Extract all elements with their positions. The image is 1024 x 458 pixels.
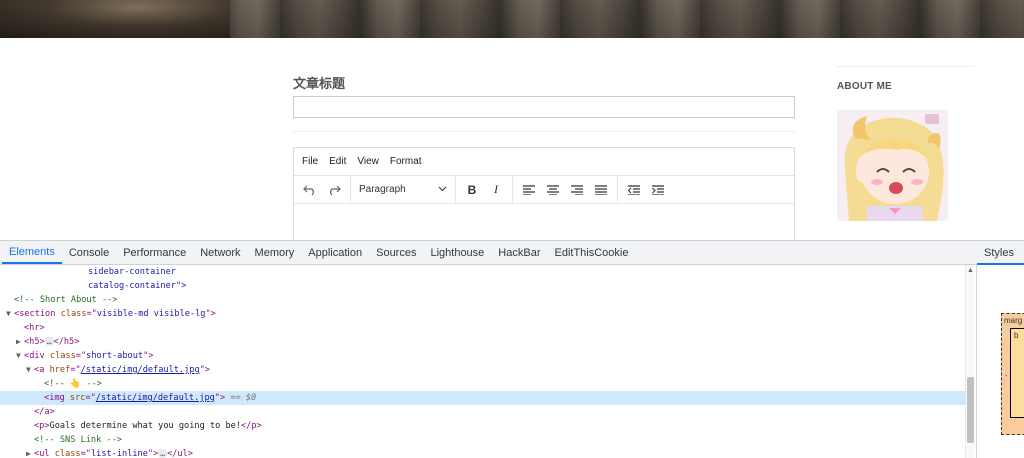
block-format-value: Paragraph	[359, 184, 406, 195]
divider	[293, 131, 795, 132]
menu-format[interactable]: Format	[390, 156, 422, 167]
italic-icon[interactable]: I	[484, 180, 508, 200]
dom-tree-scrollbar[interactable]: ▲	[965, 265, 975, 458]
expanded-triangle-icon[interactable]: ▼	[16, 349, 24, 363]
indent-icon[interactable]	[646, 180, 670, 200]
src-link[interactable]: /static/img/default.jpg	[96, 393, 215, 403]
bold-icon[interactable]: B	[460, 180, 484, 200]
dom-line-p[interactable]: <p>Goals determine what you going to be!…	[0, 419, 965, 433]
box-model-diagram: marg b -	[1001, 313, 1024, 435]
header-banner-image	[0, 0, 1024, 38]
sidebar-divider	[836, 66, 974, 67]
tab-network[interactable]: Network	[193, 241, 247, 264]
tab-performance[interactable]: Performance	[116, 241, 193, 264]
dom-line-h5[interactable]: ▶ <h5>… </h5>	[0, 335, 965, 349]
dom-line[interactable]: sidebar-container	[0, 265, 965, 279]
align-left-icon[interactable]	[517, 180, 541, 200]
dom-line-div[interactable]: ▼ <div class="short-about">	[0, 349, 965, 363]
avatar[interactable]	[837, 110, 948, 221]
tab-application[interactable]: Application	[301, 241, 369, 264]
dom-line-a-close[interactable]: </a>	[0, 405, 965, 419]
text-style-group: B I	[456, 176, 513, 203]
tab-styles[interactable]: Styles	[977, 241, 1024, 265]
tab-editthiscookie[interactable]: EditThisCookie	[547, 241, 635, 264]
scroll-up-arrow-icon[interactable]: ▲	[967, 267, 974, 274]
dom-comment[interactable]: <!-- 👆 -->	[0, 377, 965, 391]
align-right-icon[interactable]	[565, 180, 589, 200]
styles-pane: Styles marg b -	[976, 241, 1024, 458]
menu-file[interactable]: File	[302, 156, 318, 167]
dom-line-img-selected[interactable]: <img src="/static/img/default.jpg"> == $…	[0, 391, 965, 405]
box-model-border: b -	[1005, 328, 1024, 418]
dom-comment[interactable]: <!-- SNS Link -->	[0, 433, 965, 447]
rich-text-editor[interactable]: File Edit View Format Paragraph B I	[293, 147, 795, 247]
indent-group	[618, 176, 674, 203]
dom-line-a[interactable]: ▼ <a href="/static/img/default.jpg">	[0, 363, 965, 377]
dom-line-ul[interactable]: ▶ <ul class="list-inline">… </ul>	[0, 447, 965, 458]
chevron-down-icon	[438, 184, 447, 195]
outdent-icon[interactable]	[622, 180, 646, 200]
expanded-triangle-icon[interactable]: ▼	[26, 363, 34, 377]
tab-memory[interactable]: Memory	[248, 241, 302, 264]
devtools-panel: Elements Console Performance Network Mem…	[0, 240, 1024, 458]
scroll-thumb[interactable]	[967, 377, 974, 443]
dom-tree: sidebar-container catalog-container"> <!…	[0, 265, 965, 458]
article-title-label: 文章标题	[293, 76, 346, 91]
box-model-border-label: b	[1014, 331, 1019, 340]
devtools-tab-bar: Elements Console Performance Network Mem…	[0, 241, 1024, 265]
tab-console[interactable]: Console	[62, 241, 116, 264]
article-title-input[interactable]	[293, 96, 795, 118]
tab-sources[interactable]: Sources	[369, 241, 423, 264]
banner-shadow	[0, 0, 230, 38]
dom-line-hr[interactable]: <hr>	[0, 321, 965, 335]
collapsed-triangle-icon[interactable]: ▶	[16, 335, 24, 349]
tab-elements[interactable]: Elements	[2, 241, 62, 264]
tab-hackbar[interactable]: HackBar	[491, 241, 547, 264]
undo-icon[interactable]	[298, 180, 322, 200]
alignment-group	[513, 176, 618, 203]
collapsed-content-ellipsis[interactable]: …	[44, 337, 54, 346]
about-me-heading: ABOUT ME	[837, 81, 892, 92]
expanded-triangle-icon[interactable]: ▼	[6, 307, 14, 321]
menu-edit[interactable]: Edit	[329, 156, 346, 167]
dom-comment[interactable]: <!-- Short About -->	[0, 293, 965, 307]
align-center-icon[interactable]	[541, 180, 565, 200]
block-format-group: Paragraph	[351, 176, 456, 203]
editor-menubar: File Edit View Format	[294, 148, 794, 176]
pointing-hand-emoji: 👆	[69, 379, 82, 389]
box-model-margin-label: marg	[1004, 316, 1023, 325]
dom-line-section[interactable]: ▼ <section class="visible-md visible-lg">	[0, 307, 965, 321]
history-group	[294, 176, 351, 203]
collapsed-triangle-icon[interactable]: ▶	[26, 447, 34, 458]
align-justify-icon[interactable]	[589, 180, 613, 200]
href-link[interactable]: /static/img/default.jpg	[81, 365, 200, 375]
tab-lighthouse[interactable]: Lighthouse	[423, 241, 491, 264]
editor-toolbar: Paragraph B I	[294, 176, 794, 204]
box-model-value: -	[1005, 373, 1008, 380]
dom-line[interactable]: catalog-container">	[0, 279, 965, 293]
block-format-select[interactable]: Paragraph	[355, 184, 451, 195]
menu-view[interactable]: View	[357, 156, 379, 167]
collapsed-content-ellipsis[interactable]: …	[158, 449, 168, 458]
redo-icon[interactable]	[322, 180, 346, 200]
